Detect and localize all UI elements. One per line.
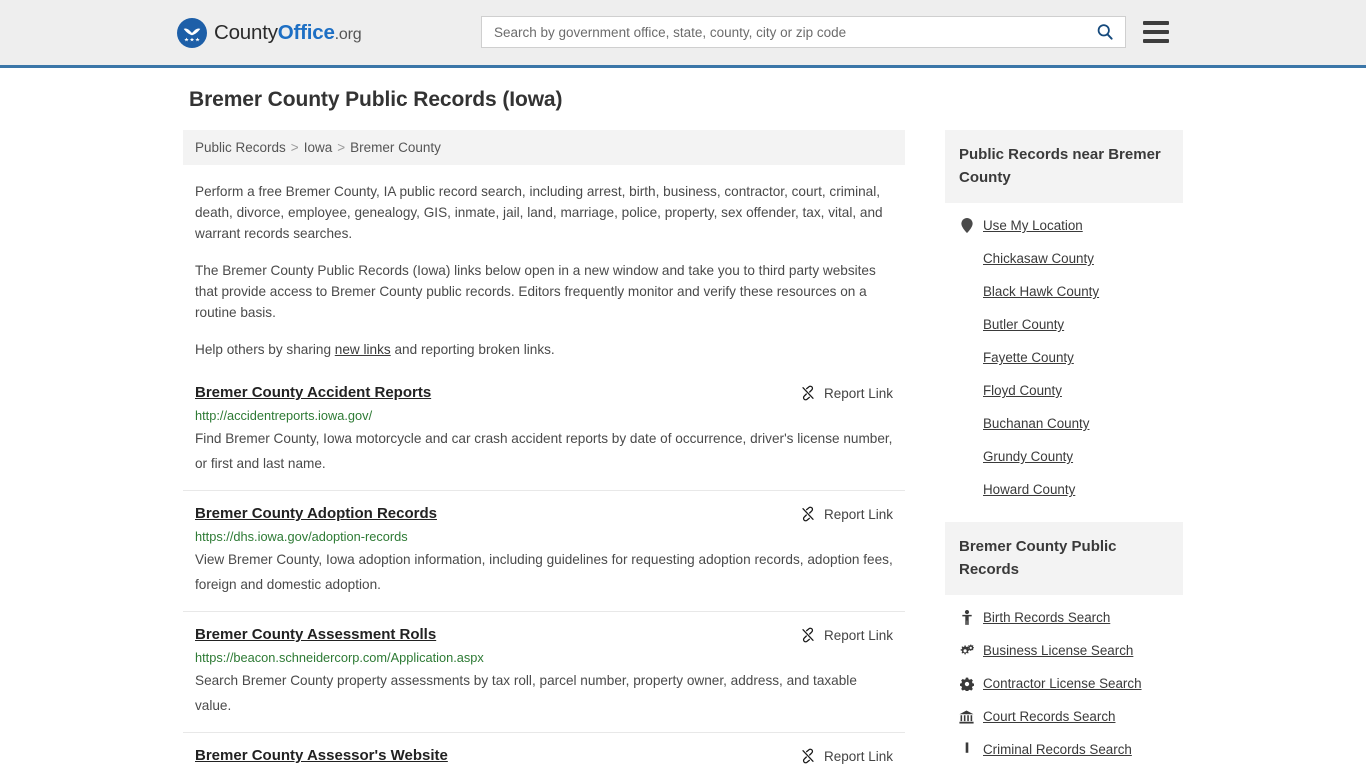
result-item: Bremer County Adoption Records Report Li… — [183, 505, 905, 612]
sidebar-item-criminal-records-search[interactable]: Criminal Records Search — [959, 733, 1183, 766]
sidebar-link-label[interactable]: Birth Records Search — [983, 610, 1110, 625]
unlink-icon — [802, 627, 814, 643]
unlink-icon — [802, 748, 814, 764]
breadcrumb-item-public-records[interactable]: Public Records — [195, 140, 286, 155]
sidebar-link-label[interactable]: Court Records Search — [983, 709, 1115, 724]
page-title: Bremer County Public Records (Iowa) — [189, 88, 563, 111]
report-link-button[interactable]: Report Link — [800, 627, 893, 643]
sidebar-item-court-records-search[interactable]: Court Records Search — [959, 700, 1183, 733]
hamburger-bar — [1143, 30, 1169, 34]
result-title[interactable]: Bremer County Accident Reports — [195, 384, 431, 401]
sidebar-item-grundy-county[interactable]: Grundy County — [959, 440, 1183, 473]
sidebar-link-label[interactable]: Floyd County — [983, 383, 1062, 398]
bank-icon — [959, 710, 974, 724]
sidebar-link-label[interactable]: Use My Location — [983, 218, 1083, 233]
sidebar-item-chickasaw-county[interactable]: Chickasaw County — [959, 242, 1183, 275]
result-url[interactable]: https://dhs.iowa.gov/adoption-records — [195, 529, 893, 544]
sidebar-link-label[interactable]: Grundy County — [983, 449, 1073, 464]
site-logo[interactable]: CountyOffice.org — [177, 17, 362, 48]
unlink-icon — [802, 506, 814, 522]
unlink-icon — [802, 385, 814, 401]
help-prefix: Help others by sharing — [195, 342, 335, 357]
logo-text: CountyOffice.org — [214, 20, 362, 45]
sidebar-link-label[interactable]: Chickasaw County — [983, 251, 1094, 266]
sidebar-link-label[interactable]: Howard County — [983, 482, 1075, 497]
results-list: Bremer County Accident Reports Report Li… — [183, 384, 905, 768]
sidebar-item-butler-county[interactable]: Butler County — [959, 308, 1183, 341]
new-links-link[interactable]: new links — [335, 342, 391, 357]
search-button[interactable] — [1093, 22, 1117, 42]
sidebar-item-fayette-county[interactable]: Fayette County — [959, 341, 1183, 374]
sidebar-link-label[interactable]: Criminal Records Search — [983, 742, 1132, 757]
help-suffix: and reporting broken links. — [390, 342, 555, 357]
sidebar-records-heading: Bremer County Public Records — [945, 522, 1183, 595]
sidebar-link-label[interactable]: Black Hawk County — [983, 284, 1099, 299]
header-search-area — [481, 16, 1169, 48]
sidebar-link-label[interactable]: Fayette County — [983, 350, 1074, 365]
report-link-button[interactable]: Report Link — [800, 748, 893, 764]
result-description: View Bremer County, Iowa adoption inform… — [195, 552, 893, 592]
gavel-icon — [959, 742, 974, 757]
breadcrumb-separator: > — [290, 140, 299, 155]
breadcrumb: Public Records > Iowa > Bremer County — [183, 130, 905, 165]
logo-text-office: Office — [277, 20, 335, 44]
search-input[interactable] — [492, 23, 1093, 41]
hamburger-bar — [1143, 39, 1169, 43]
county-office-seal-icon — [177, 17, 207, 48]
sidebar-link-label[interactable]: Butler County — [983, 317, 1064, 332]
logo-text-org: .org — [334, 25, 362, 43]
sidebar-item-howard-county[interactable]: Howard County — [959, 473, 1183, 506]
main-content: Public Records > Iowa > Bremer County Perfor… — [183, 130, 905, 768]
page-container: Bremer County Public Records (Iowa) Publ… — [183, 68, 1183, 768]
result-title[interactable]: Bremer County Assessment Rolls — [195, 626, 436, 643]
intro-help-line: Help others by sharing new links and rep… — [195, 339, 893, 360]
sidebar-link-label[interactable]: Buchanan County — [983, 416, 1089, 431]
hamburger-menu-icon[interactable] — [1143, 21, 1169, 43]
result-description: Find Bremer County, Iowa motorcycle and … — [195, 431, 893, 471]
sidebar-nearby-box: Public Records near Bremer County Use My… — [945, 130, 1183, 506]
intro-section: Perform a free Bremer County, IA public … — [183, 181, 905, 360]
search-box[interactable] — [481, 16, 1126, 48]
logo-text-county: County — [214, 20, 278, 44]
result-title[interactable]: Bremer County Assessor's Website — [195, 747, 448, 764]
report-link-label: Report Link — [823, 385, 893, 401]
sidebar-item-black-hawk-county[interactable]: Black Hawk County — [959, 275, 1183, 308]
sidebar-item-business-license-search[interactable]: Business License Search — [959, 634, 1183, 667]
hamburger-bar — [1143, 21, 1169, 25]
sidebar-item-use-my-location[interactable]: Use My Location — [959, 209, 1183, 242]
sidebar-nearby-heading: Public Records near Bremer County — [945, 130, 1183, 203]
site-header: CountyOffice.org — [0, 0, 1366, 68]
result-item: Bremer County Accident Reports Report Li… — [183, 384, 905, 491]
sidebar-link-label[interactable]: Business License Search — [983, 643, 1133, 658]
gear-icon — [959, 677, 974, 691]
report-link-label: Report Link — [823, 748, 893, 764]
breadcrumb-separator: > — [337, 140, 346, 155]
intro-paragraph-1: Perform a free Bremer County, IA public … — [195, 184, 883, 241]
intro-paragraph-2: The Bremer County Public Records (Iowa) … — [195, 263, 876, 320]
sidebar-item-contractor-license-search[interactable]: Contractor License Search — [959, 667, 1183, 700]
breadcrumb-item-bremer-county[interactable]: Bremer County — [350, 140, 441, 155]
report-link-label: Report Link — [823, 627, 893, 643]
result-title[interactable]: Bremer County Adoption Records — [195, 505, 437, 522]
search-icon — [1097, 24, 1113, 40]
sidebar: Public Records near Bremer County Use My… — [945, 130, 1183, 768]
result-description: Search Bremer County property assessment… — [195, 673, 857, 713]
baby-icon — [959, 610, 974, 625]
report-link-label: Report Link — [823, 506, 893, 522]
report-link-button[interactable]: Report Link — [800, 506, 893, 522]
result-url[interactable]: https://beacon.schneidercorp.com/Applica… — [195, 650, 893, 665]
sidebar-item-floyd-county[interactable]: Floyd County — [959, 374, 1183, 407]
breadcrumb-item-iowa[interactable]: Iowa — [304, 140, 333, 155]
result-item: Bremer County Assessment Rolls Report Li… — [183, 626, 905, 733]
report-link-button[interactable]: Report Link — [800, 385, 893, 401]
map-pin-icon — [959, 218, 974, 233]
result-item: Bremer County Assessor's Website Report … — [183, 747, 905, 768]
sidebar-records-box: Bremer County Public Records Birth Recor… — [945, 522, 1183, 766]
sidebar-link-label[interactable]: Contractor License Search — [983, 676, 1142, 691]
sidebar-item-birth-records-search[interactable]: Birth Records Search — [959, 601, 1183, 634]
cogs-icon — [959, 643, 974, 658]
sidebar-item-buchanan-county[interactable]: Buchanan County — [959, 407, 1183, 440]
result-url[interactable]: http://accidentreports.iowa.gov/ — [195, 408, 893, 423]
